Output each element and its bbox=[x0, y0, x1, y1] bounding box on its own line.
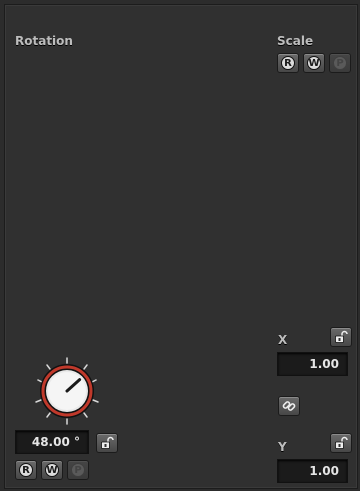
scale-y-lock-button[interactable] bbox=[330, 433, 352, 453]
rotation-dial[interactable] bbox=[32, 356, 102, 426]
chain-link-icon bbox=[282, 399, 296, 413]
rotation-w-button[interactable]: W bbox=[41, 460, 63, 480]
w-badge: W bbox=[307, 56, 321, 70]
p-badge: P bbox=[71, 463, 85, 477]
r-badge: R bbox=[19, 463, 33, 477]
scale-y-value-field[interactable]: 1.00 bbox=[277, 459, 348, 483]
w-badge: W bbox=[45, 463, 59, 477]
scale-y-label: Y bbox=[278, 440, 287, 454]
scale-x-lock-button[interactable] bbox=[330, 327, 352, 347]
properties-panel: Rotation 48.00 ° R W P Scale R W P X 1.0… bbox=[0, 0, 360, 491]
unlocked-padlock-icon bbox=[334, 436, 348, 450]
scale-x-value-field[interactable]: 1.00 bbox=[277, 352, 348, 376]
rotation-lock-button[interactable] bbox=[96, 433, 118, 453]
unlocked-padlock-icon bbox=[100, 436, 114, 450]
r-badge: R bbox=[281, 56, 295, 70]
scale-x-label: X bbox=[278, 333, 288, 347]
scale-label: Scale bbox=[277, 34, 314, 48]
unlocked-padlock-icon bbox=[334, 330, 348, 344]
scale-w-button[interactable]: W bbox=[303, 53, 325, 73]
scale-r-button[interactable]: R bbox=[277, 53, 299, 73]
rotation-value-field[interactable]: 48.00 ° bbox=[15, 430, 89, 454]
rotation-p-button[interactable]: P bbox=[67, 460, 89, 480]
rotation-r-button[interactable]: R bbox=[15, 460, 37, 480]
scale-p-button[interactable]: P bbox=[329, 53, 351, 73]
scale-link-button[interactable] bbox=[278, 396, 300, 416]
p-badge: P bbox=[333, 56, 347, 70]
rotation-label: Rotation bbox=[15, 34, 73, 48]
